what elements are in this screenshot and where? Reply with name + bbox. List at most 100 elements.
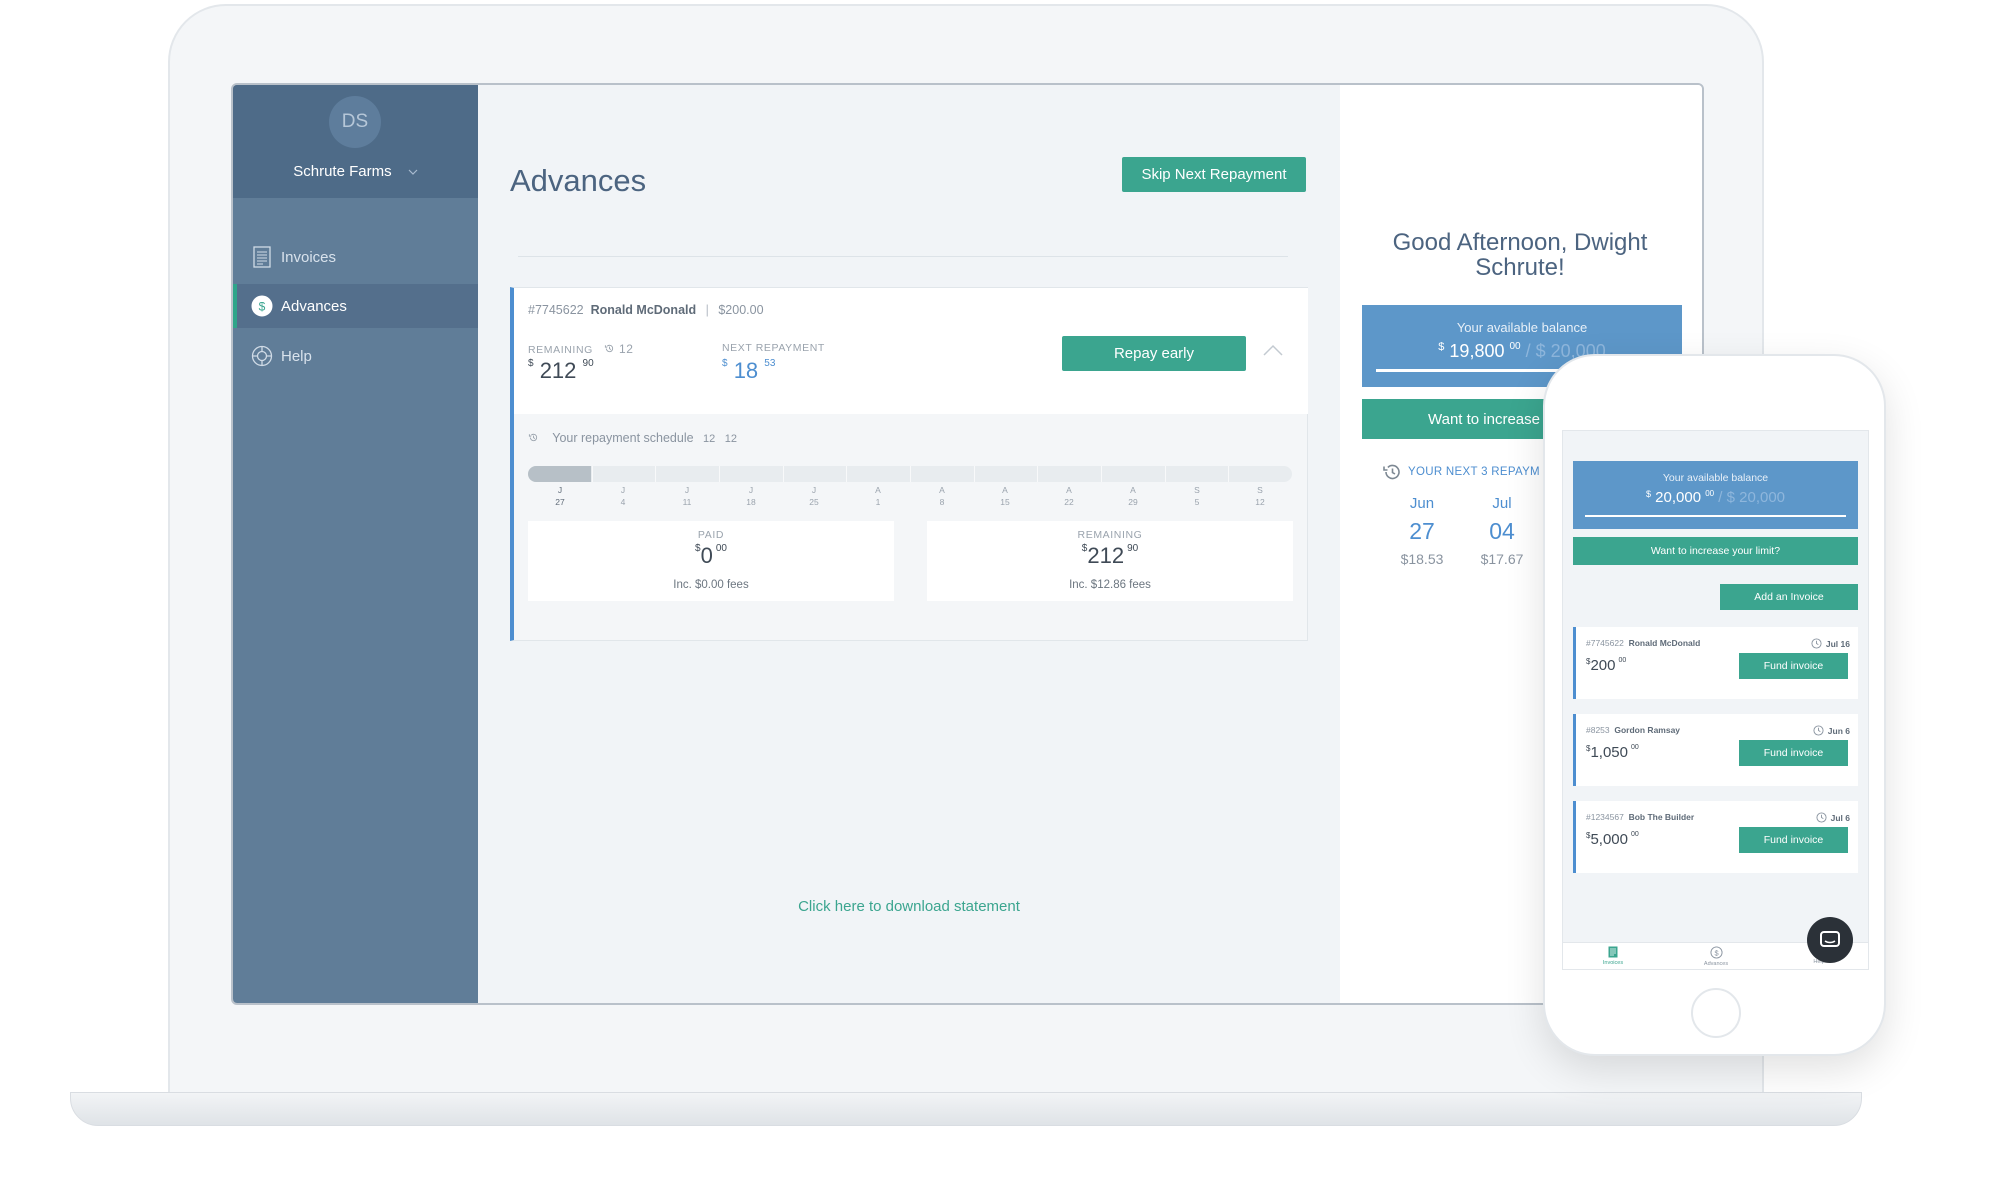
tab-invoices[interactable]: Invoices <box>1563 943 1663 969</box>
phone-home-button <box>1691 988 1741 1038</box>
currency: $ <box>1438 341 1445 353</box>
tick-day: 29 <box>1128 497 1138 507</box>
chat-button[interactable] <box>1807 917 1853 963</box>
desktop-app-window: DS Schrute Farms Invoices $ Advances Hel… <box>231 83 1704 1005</box>
schedule-paid: 12 <box>703 433 716 445</box>
schedule-tick-label: A 15 <box>990 484 1020 508</box>
tick-day: 5 <box>1194 497 1200 507</box>
paid-summary: PAID $0 00 Inc. $0.00 fees <box>528 521 894 601</box>
invoice-card: #7745622 Ronald McDonald Jul 16 $200 00 F… <box>1573 627 1858 699</box>
advance-card: #7745622 Ronald McDonald | $200.00 REMAI… <box>510 287 1308 641</box>
fund-invoice-button[interactable]: Fund invoice <box>1739 653 1848 679</box>
tick-day: 4 <box>620 497 626 507</box>
sidebar-item-advances[interactable]: $ Advances <box>233 284 478 328</box>
repayment-progress-fill <box>528 466 591 482</box>
invoice-ref: #1234567 <box>1586 812 1624 822</box>
repayment-month: Jun <box>1409 495 1435 512</box>
remaining-summary-cents: 90 <box>1127 543 1139 554</box>
chevron-up-icon[interactable] <box>1262 342 1284 358</box>
invoice-amount: $200 00 <box>1586 657 1626 674</box>
sidebar-item-help[interactable]: Help <box>233 334 478 378</box>
schedule-tick-label: S5 <box>1182 484 1212 508</box>
remaining-cents: 90 <box>582 358 594 369</box>
sidebar-item-label: Help <box>281 347 312 365</box>
schedule-total: 12 <box>724 433 738 445</box>
tick-month: A <box>875 485 881 495</box>
schedule-tick-label: J4 <box>608 484 638 508</box>
advance-amount: $200.00 <box>718 303 764 317</box>
invoice-due: Jun 6 <box>1813 725 1850 736</box>
balance-cents: 00 <box>1509 341 1521 352</box>
invoice-card: #8253 Gordon Ramsay Jun 6 $1,050 00 Fund … <box>1573 714 1858 786</box>
invoice-customer: Gordon Ramsay <box>1614 725 1681 735</box>
next-cents: 53 <box>764 358 776 369</box>
svg-text:$: $ <box>259 300 266 314</box>
currency: $ <box>722 358 728 369</box>
tab-advances[interactable]: $ Advances <box>1666 943 1766 969</box>
org-name: Schrute Farms <box>293 163 392 180</box>
tick-day: 15 <box>1000 497 1010 507</box>
lifebuoy-icon <box>251 345 273 367</box>
remaining-label: REMAINING 12 <box>528 342 634 356</box>
invoice-due-date: Jul 6 <box>1830 812 1850 823</box>
skip-next-repayment-button[interactable]: Skip Next Repayment <box>1122 157 1306 192</box>
advance-card-header: #7745622 Ronald McDonald | $200.00 REMAI… <box>514 288 1308 414</box>
clock-icon <box>1811 638 1822 649</box>
schedule-tick-label: J 27 <box>545 484 575 508</box>
tick-month: A <box>939 485 945 495</box>
laptop-base <box>70 1092 1862 1126</box>
mobile-balance-value: $ 20,000 00 / $ 20,000 <box>1573 489 1858 506</box>
sidebar: DS Schrute Farms Invoices $ Advances Hel… <box>233 85 478 1003</box>
history-icon <box>528 433 538 442</box>
tick-day: 11 <box>682 497 692 507</box>
tab-label: Invoices <box>1602 960 1624 966</box>
remaining-whole: 212 <box>539 358 577 383</box>
balance-label: Your available balance <box>1456 320 1588 335</box>
next-repayment-amount: $ 18 53 <box>722 358 775 384</box>
add-invoice-button[interactable]: Add an Invoice <box>1720 584 1858 610</box>
schedule-segment-divider <box>719 466 720 482</box>
fund-invoice-button[interactable]: Fund invoice <box>1739 740 1848 766</box>
org-switcher[interactable]: Schrute Farms <box>233 163 478 180</box>
mobile-balance-cents: 00 <box>1705 489 1715 498</box>
paid-fees: Inc. $0.00 fees <box>673 579 749 591</box>
repay-early-button[interactable]: Repay early <box>1062 336 1246 371</box>
fund-invoice-button[interactable]: Fund invoice <box>1739 827 1848 853</box>
schedule-segment-divider <box>846 466 847 482</box>
history-icon <box>605 344 614 353</box>
schedule-segment-divider <box>783 466 784 482</box>
tab-label: Advances <box>1703 961 1729 967</box>
download-statement-link[interactable]: Click here to download statement <box>478 898 1340 915</box>
schedule-label-text: Your repayment schedule <box>552 431 694 445</box>
remaining-fees: Inc. $12.86 fees <box>1069 579 1151 591</box>
invoice-ref: #8253 <box>1586 725 1610 735</box>
remaining-summary: REMAINING $212 90 Inc. $12.86 fees <box>927 521 1293 601</box>
repayment-progress-bar <box>528 466 1292 482</box>
balance-whole: 19,800 <box>1449 341 1505 361</box>
tick-month: J <box>684 485 690 495</box>
mobile-increase-limit-button[interactable]: Want to increase your limit? <box>1573 537 1858 565</box>
invoice-reference: #8253 Gordon Ramsay <box>1586 725 1680 735</box>
sidebar-item-label: Advances <box>281 297 347 315</box>
mobile-balance-whole: 20,000 <box>1655 489 1702 506</box>
avatar[interactable]: DS <box>329 96 381 148</box>
invoice-card: #1234567 Bob The Builder Jul 6 $5,000 00 … <box>1573 801 1858 873</box>
remaining-amount: $ 212 90 <box>528 358 594 384</box>
invoice-due-date: Jun 6 <box>1827 725 1850 736</box>
invoice-whole: 5,000 <box>1590 831 1628 848</box>
tick-day: 12 <box>1255 497 1265 507</box>
sidebar-item-invoices[interactable]: Invoices <box>233 235 478 279</box>
divider <box>518 256 1288 257</box>
schedule-segment-divider <box>592 466 593 482</box>
schedule-segment-divider <box>1101 466 1102 482</box>
next-repayments-label: YOUR NEXT 3 REPAYM <box>1408 466 1540 478</box>
tick-month: J <box>557 485 563 495</box>
invoice-amount: $1,050 00 <box>1586 744 1639 761</box>
invoice-icon <box>251 246 273 268</box>
tick-day: 27 <box>555 497 565 507</box>
tick-month: J <box>748 485 754 495</box>
advance-reference: #7745622 Ronald McDonald | $200.00 <box>528 303 764 317</box>
repayment-amount: $17.67 <box>1480 551 1524 567</box>
mobile-balance-bar <box>1585 515 1846 517</box>
invoice-reference: #7745622 Ronald McDonald <box>1586 638 1700 648</box>
